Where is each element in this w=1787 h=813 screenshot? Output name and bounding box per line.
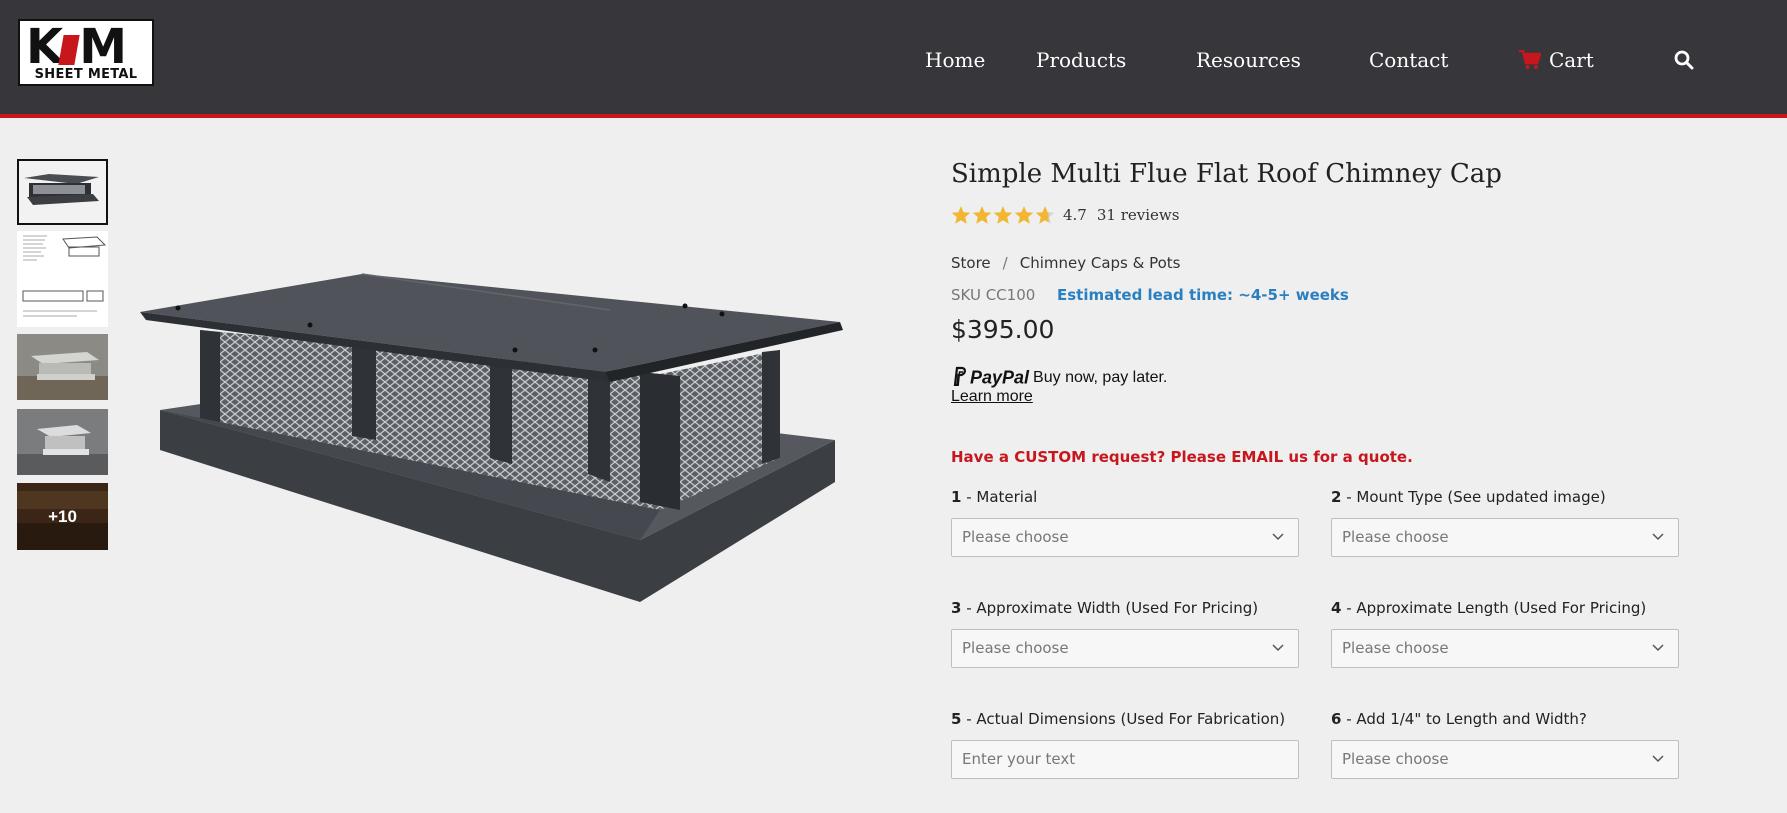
chevron-down-icon	[1652, 644, 1664, 652]
review-count-link[interactable]: 31 reviews	[1097, 206, 1180, 224]
option-1-label: 1 - Material	[951, 488, 1038, 506]
lead-time-notice: Estimated lead time: ~4-5+ weeks	[1057, 286, 1349, 304]
option-5-label: 5 - Actual Dimensions (Used For Fabricat…	[951, 710, 1286, 728]
paypal-icon	[951, 366, 967, 390]
km-sheet-metal-logo[interactable]: KM SHEET METAL	[18, 19, 154, 86]
thumbnail-3[interactable]	[17, 334, 108, 400]
option-2-label: 2 - Mount Type (See updated image)	[1331, 488, 1606, 506]
nav-resources[interactable]: Resources	[1196, 46, 1301, 74]
thumbnail-2[interactable]	[17, 231, 108, 327]
nav-home[interactable]: Home	[925, 46, 985, 74]
approx-length-select[interactable]: Please choose	[1331, 629, 1679, 668]
custom-request-notice[interactable]: Have a CUSTOM request? Please EMAIL us f…	[951, 448, 1413, 466]
chevron-down-icon	[1272, 644, 1284, 652]
paypal-learn-more-link[interactable]: Learn more	[951, 388, 1033, 406]
option-6-label: 6 - Add 1/4" to Length and Width?	[1331, 710, 1587, 728]
paypal-logo: PayPal	[970, 367, 1030, 388]
option-3-label: 3 - Approximate Width (Used For Pricing)	[951, 599, 1259, 617]
nav-contact[interactable]: Contact	[1369, 46, 1448, 74]
product-title: Simple Multi Flue Flat Roof Chimney Cap	[951, 159, 1502, 189]
nav-products[interactable]: Products	[1036, 46, 1126, 74]
cart-label: Cart	[1549, 48, 1594, 72]
star-icon	[1035, 206, 1055, 224]
breadcrumb: Store / Chimney Caps & Pots	[951, 254, 1180, 272]
product-rating[interactable]: 4.7 31 reviews	[951, 204, 1179, 226]
rating-value: 4.7	[1063, 206, 1087, 224]
thumbnail-4[interactable]	[17, 409, 108, 475]
cart-icon	[1519, 49, 1542, 77]
breadcrumb-chimney-caps[interactable]: Chimney Caps & Pots	[1020, 254, 1181, 272]
chevron-down-icon	[1272, 533, 1284, 541]
search-icon[interactable]	[1674, 50, 1694, 74]
approx-width-select[interactable]: Please choose	[951, 629, 1299, 668]
nav-cart[interactable]: Cart	[1519, 46, 1594, 77]
star-icon	[1014, 206, 1034, 224]
thumbnail-5-more[interactable]: +10	[17, 483, 108, 550]
chevron-down-icon	[1652, 755, 1664, 763]
mount-type-select[interactable]: Please choose	[1331, 518, 1679, 557]
paypal-banner: PayPal Buy now, pay later.	[951, 366, 1167, 390]
thumbnail-1[interactable]	[17, 159, 108, 225]
rating-stars	[951, 204, 1057, 226]
site-header: KM SHEET METAL Home Products Resources C…	[0, 0, 1787, 118]
logo-subtext: SHEET METAL	[34, 67, 138, 82]
paypal-text: Buy now, pay later.	[1033, 369, 1168, 386]
option-4-label: 4 - Approximate Length (Used For Pricing…	[1331, 599, 1647, 617]
breadcrumb-separator: /	[1002, 254, 1008, 272]
more-images-label: +10	[17, 483, 108, 550]
star-icon	[993, 206, 1013, 224]
add-quarter-inch-select[interactable]: Please choose	[1331, 740, 1679, 779]
chevron-down-icon	[1652, 533, 1664, 541]
breadcrumb-store[interactable]: Store	[951, 254, 991, 272]
star-icon	[951, 206, 971, 224]
product-sku: SKU CC100	[951, 286, 1036, 304]
material-select[interactable]: Please choose	[951, 518, 1299, 557]
star-icon	[972, 206, 992, 224]
actual-dimensions-input[interactable]: Enter your text	[951, 740, 1299, 779]
product-price: $395.00	[951, 315, 1055, 344]
product-main-image[interactable]	[140, 270, 845, 610]
